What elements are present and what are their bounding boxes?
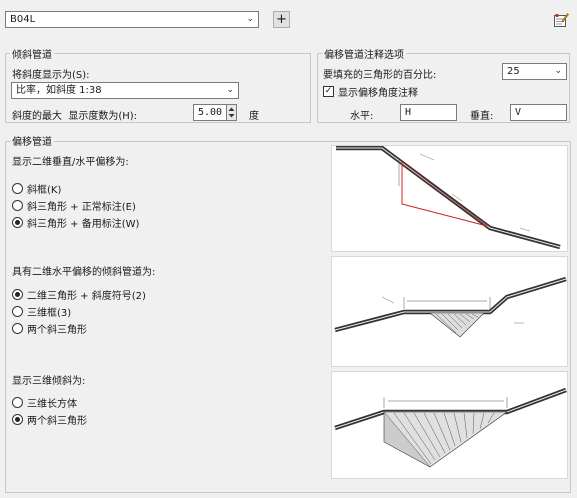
radio-label: 二维三角形 + 斜度符号(2) [27, 291, 146, 302]
radio-icon [12, 397, 23, 408]
radio-2d-triangle-slope[interactable]: 二维三角形 + 斜度符号(2) [12, 287, 146, 302]
section1-title: 显示二维垂直/水平偏移为: [12, 157, 129, 168]
fill-percent-value: 25 [507, 66, 520, 77]
show-angle-checkbox[interactable]: ✓ 显示偏移角度注释 [323, 84, 418, 99]
radio-label: 两个斜三角形 [27, 325, 87, 336]
radio-icon [12, 200, 23, 211]
horizontal-field[interactable]: H [400, 104, 457, 121]
radio-two-skew-triangles[interactable]: 两个斜三角形 [12, 321, 87, 336]
radio-selected-icon [12, 414, 23, 425]
radio-skew-box[interactable]: 斜框(K) [12, 181, 61, 196]
section3-title: 显示三维倾斜为: [12, 376, 86, 387]
radio-icon [12, 323, 23, 334]
fill-percent-select[interactable]: 25 ⌄ [502, 63, 567, 80]
checkbox-checked-icon: ✓ [323, 86, 334, 97]
show-angle-label: 显示偏移角度注释 [338, 88, 418, 99]
radio-icon [12, 183, 23, 194]
slope-display-label: 将斜度显示为(S): [12, 70, 90, 81]
preview-3d-slope [331, 371, 568, 479]
max-decimals-label: 斜度的最大 显示度数为(H): [12, 111, 138, 122]
radio-skew-triangle-alt[interactable]: 斜三角形 + 备用标注(W) [12, 215, 139, 230]
fill-percent-label: 要填充的三角形的百分比: [323, 70, 437, 81]
radio-label: 斜框(K) [27, 185, 62, 196]
vertical-field[interactable]: V [510, 104, 567, 121]
radio-3d-two-triangles[interactable]: 两个斜三角形 [12, 412, 87, 427]
radio-label: 三维框(3) [27, 308, 72, 319]
max-decimals-spinner[interactable] [226, 104, 237, 121]
radio-label: 斜三角形 + 备用标注(W) [27, 219, 140, 230]
vertical-value: V [515, 107, 522, 118]
section2-title: 具有二维水平偏移的倾斜管道为: [12, 267, 156, 278]
offset-group-title: 偏移管道 [10, 133, 54, 148]
max-decimals-field[interactable]: 5.00 [193, 104, 227, 121]
radio-label: 三维长方体 [27, 399, 77, 410]
radio-3d-box[interactable]: 三维框(3) [12, 304, 71, 319]
style-select-value: B04L [10, 14, 36, 25]
spinner-arrows-icon [228, 107, 235, 118]
add-style-button[interactable]: + [273, 11, 290, 28]
radio-selected-icon [12, 289, 23, 300]
style-select[interactable]: B04L ⌄ [5, 11, 259, 28]
vertical-label: 垂直: [470, 111, 494, 122]
horizontal-label: 水平: [350, 111, 374, 122]
chevron-down-icon: ⌄ [226, 85, 234, 95]
horizontal-value: H [405, 107, 412, 118]
preview-horizontal-offset [331, 256, 568, 367]
radio-skew-triangle-normal[interactable]: 斜三角形 + 正常标注(E) [12, 198, 136, 213]
radio-label: 两个斜三角形 [27, 416, 87, 427]
slope-group-title: 倾斜管道 [10, 46, 54, 61]
preview-offset-vertical [331, 145, 568, 252]
radio-icon [12, 306, 23, 317]
radio-selected-icon [12, 217, 23, 228]
sheet-edit-icon[interactable] [553, 12, 569, 28]
offset-annot-group-title: 偏移管道注释选项 [322, 46, 406, 61]
slope-display-value: 比率，如斜度 1:38 [16, 85, 102, 96]
chevron-down-icon: ⌄ [246, 14, 254, 24]
radio-label: 斜三角形 + 正常标注(E) [27, 202, 136, 213]
plus-icon: + [276, 12, 287, 27]
radio-3d-cuboid[interactable]: 三维长方体 [12, 395, 77, 410]
degree-unit-label: 度 [249, 111, 259, 122]
max-decimals-value: 5.00 [198, 107, 223, 118]
chevron-down-icon: ⌄ [554, 66, 562, 76]
slope-display-select[interactable]: 比率，如斜度 1:38 ⌄ [11, 82, 239, 99]
